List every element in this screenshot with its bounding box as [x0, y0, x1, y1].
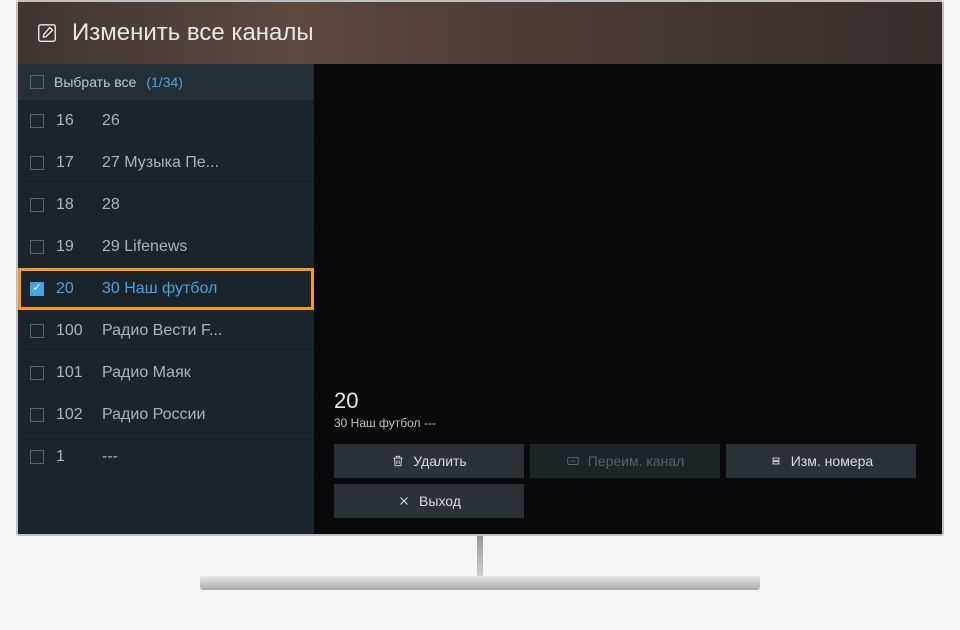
channel-number: 20 [56, 280, 90, 298]
checkbox-icon[interactable] [30, 75, 44, 89]
checkbox-icon[interactable] [30, 408, 44, 422]
channel-name: 26 [102, 112, 302, 130]
channel-info-number: 20 [334, 388, 922, 414]
channel-list[interactable]: 16261727 Музыка Пе...18281929 Lifenews✓2… [18, 100, 314, 534]
channel-row[interactable]: 101 Радио Маяк [18, 352, 314, 394]
channel-row[interactable]: 1828 [18, 184, 314, 226]
channel-name: --- [102, 448, 302, 466]
channel-row[interactable]: 17 27 Музыка Пе... [18, 142, 314, 184]
channel-number: 1 [56, 448, 90, 466]
tv-stand-bar [477, 536, 483, 576]
channel-number: 16 [56, 112, 90, 130]
channel-number: 100 [56, 322, 90, 340]
trash-icon [391, 454, 405, 468]
renumber-button[interactable]: Изм. номера [726, 444, 916, 478]
channel-row[interactable]: 1 --- [18, 436, 314, 478]
checkmark-icon[interactable]: ✓ [30, 282, 44, 296]
checkbox-icon[interactable] [30, 240, 44, 254]
screen-body: Выбрать все (1/34) 16261727 Музыка Пе...… [18, 64, 942, 534]
channel-row[interactable]: 102 Радио России [18, 394, 314, 436]
channel-name: 30 Наш футбол [102, 280, 302, 298]
delete-label: Удалить [413, 453, 466, 469]
renumber-label: Изм. номера [791, 453, 873, 469]
channel-preview [314, 64, 942, 388]
rename-label: Переим. канал [588, 453, 685, 469]
checkbox-icon[interactable] [30, 156, 44, 170]
channel-info-name: 30 Наш футбол --- [334, 416, 922, 430]
exit-button[interactable]: Выход [334, 484, 524, 518]
edit-icon [36, 22, 58, 44]
select-all-row[interactable]: Выбрать все (1/34) [18, 64, 314, 100]
rename-button[interactable]: Переим. канал [530, 444, 720, 478]
close-icon [397, 494, 411, 508]
channel-name: 29 Lifenews [102, 238, 302, 256]
channel-number: 17 [56, 154, 90, 172]
channel-name: 28 [102, 196, 302, 214]
select-all-count: (1/34) [146, 74, 183, 90]
checkbox-icon[interactable] [30, 198, 44, 212]
channel-row[interactable]: 19 29 Lifenews [18, 226, 314, 268]
channel-name: 27 Музыка Пе... [102, 154, 302, 172]
channel-number: 102 [56, 406, 90, 424]
select-all-label: Выбрать все [54, 74, 136, 90]
channel-sidebar: Выбрать все (1/34) 16261727 Музыка Пе...… [18, 64, 314, 534]
checkbox-icon[interactable] [30, 450, 44, 464]
channel-name: Радио Вести F... [102, 322, 302, 340]
page-title: Изменить все каналы [72, 19, 314, 47]
channel-row[interactable]: ✓ 20 30 Наш футбол [18, 268, 314, 310]
channel-info: 20 30 Наш футбол --- [314, 388, 942, 434]
action-bar: Удалить Переим. канал Изм. номера Выход [314, 434, 942, 534]
exit-label: Выход [419, 493, 461, 509]
tv-frame: Изменить все каналы Выбрать все (1/34) 1… [16, 0, 944, 536]
swap-icon [769, 454, 783, 468]
rename-icon [566, 454, 580, 468]
main-area: 20 30 Наш футбол --- Удалить Переим. кан… [314, 64, 942, 534]
checkbox-icon[interactable] [30, 324, 44, 338]
tv-stand-base [200, 576, 760, 590]
checkbox-icon[interactable] [30, 114, 44, 128]
channel-name: Радио России [102, 406, 302, 424]
checkbox-icon[interactable] [30, 366, 44, 380]
channel-row[interactable]: 1626 [18, 100, 314, 142]
channel-number: 101 [56, 364, 90, 382]
channel-number: 18 [56, 196, 90, 214]
channel-row[interactable]: 100 Радио Вести F... [18, 310, 314, 352]
channel-name: Радио Маяк [102, 364, 302, 382]
page-header: Изменить все каналы [18, 2, 942, 64]
channel-number: 19 [56, 238, 90, 256]
delete-button[interactable]: Удалить [334, 444, 524, 478]
